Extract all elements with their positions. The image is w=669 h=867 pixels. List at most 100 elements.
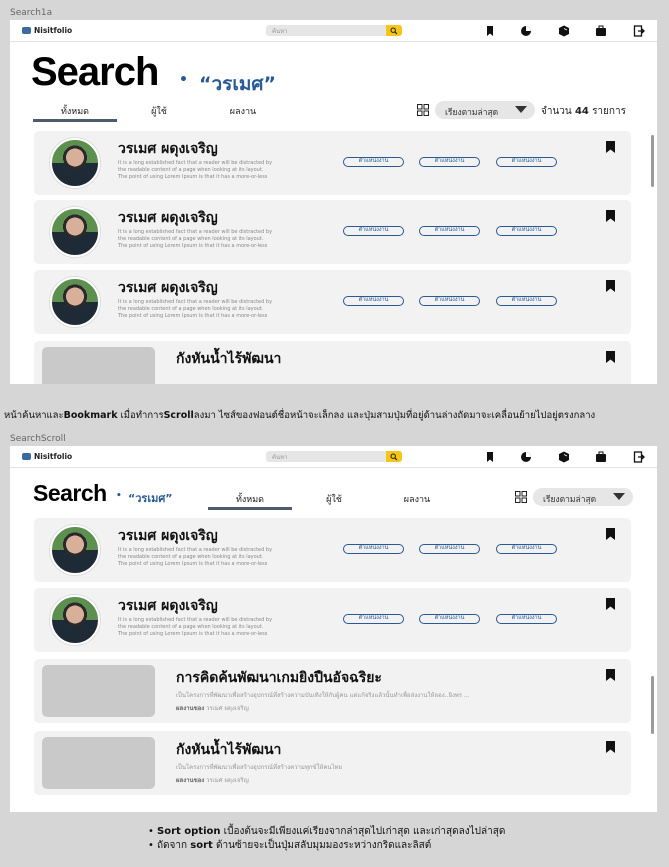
nav-search-input[interactable]: ค้นหา — [272, 26, 287, 36]
grid-view-icon[interactable] — [515, 491, 527, 503]
tab-all[interactable]: ทั้งหมด — [208, 492, 292, 506]
tab-users[interactable]: ผู้ใช้ — [132, 104, 186, 118]
position-tag[interactable]: ตำแหน่งงาน — [496, 614, 557, 624]
work-thumbnail — [42, 737, 155, 789]
tab-works[interactable]: ผลงาน — [213, 104, 273, 118]
chart-icon[interactable] — [519, 450, 533, 464]
work-thumbnail — [42, 347, 155, 384]
sort-dropdown[interactable]: เรียงตามล่าสุด — [435, 101, 535, 119]
work-description: เป็นโครงการที่พัฒนาเพื่อสร้างอุปกรณ์ที่ส… — [176, 692, 470, 699]
nav-search-button[interactable] — [386, 25, 402, 36]
position-tag[interactable]: ตำแหน่งงาน — [419, 157, 480, 167]
navbar: Nisitfolio ค้นหา — [10, 20, 657, 42]
position-tag[interactable]: ตำแหน่งงาน — [343, 614, 404, 624]
user-description: It is a long established fact that a rea… — [118, 160, 273, 180]
work-result-card[interactable]: กังหันน้ำไร้พัฒนา เป็นโครงการที่พัฒนาเพื… — [34, 731, 631, 795]
position-tag[interactable]: ตำแหน่งงาน — [419, 614, 480, 624]
logo-icon — [22, 27, 31, 34]
user-result-card[interactable]: วรเมศ ผดุงเจริญ It is a long established… — [34, 270, 631, 334]
work-thumbnail — [42, 665, 155, 717]
bookmark-icon[interactable] — [606, 280, 615, 292]
logout-icon[interactable] — [632, 24, 646, 38]
cube-icon[interactable] — [557, 24, 571, 38]
position-tag[interactable]: ตำแหน่งงาน — [419, 544, 480, 554]
count-prefix: จำนวน — [541, 106, 572, 117]
user-result-card[interactable]: วรเมศ ผดุงเจริญ It is a long established… — [34, 200, 631, 264]
tab-active-indicator — [208, 507, 292, 510]
briefcase-icon[interactable] — [594, 24, 608, 38]
position-tag[interactable]: ตำแหน่งงาน — [496, 226, 557, 236]
position-tag[interactable]: ตำแหน่งงาน — [496, 296, 557, 306]
cube-icon[interactable] — [557, 450, 571, 464]
nav-search-button[interactable] — [386, 451, 402, 462]
logo[interactable]: Nisitfolio — [22, 452, 72, 461]
user-result-card[interactable]: วรเมศ ผดุงเจริญ It is a long established… — [34, 588, 631, 652]
position-tag[interactable]: ตำแหน่งงาน — [343, 226, 404, 236]
avatar — [50, 525, 100, 575]
user-name: วรเมศ ผดุงเจริญ — [118, 141, 218, 157]
avatar — [50, 138, 100, 188]
nav-search-input[interactable]: ค้นหา — [272, 452, 287, 462]
logout-icon[interactable] — [632, 450, 646, 464]
work-result-card[interactable]: การคิดค้นพัฒนาเกมยิงปืนอัจฉริยะ เป็นโครง… — [34, 659, 631, 723]
sort-label: เรียงตามล่าสุด — [445, 108, 499, 118]
tab-active-indicator — [33, 119, 117, 122]
logo-text: Nisitfolio — [34, 26, 73, 35]
search-frame: Nisitfolio ค้นหา Search • “วรเมศ” ทั้งหม… — [10, 20, 657, 384]
work-result-card[interactable]: กังหันน้ำไร้พัฒนา — [34, 341, 631, 384]
user-description: It is a long established fact that a rea… — [118, 299, 273, 319]
position-tag[interactable]: ตำแหน่งงาน — [419, 296, 480, 306]
user-name: วรเมศ ผดุงเจริญ — [118, 210, 218, 226]
grid-view-icon[interactable] — [417, 104, 429, 116]
user-description: It is a long established fact that a rea… — [118, 229, 273, 249]
briefcase-icon[interactable] — [594, 450, 608, 464]
bookmark-icon[interactable] — [606, 598, 615, 610]
logo-icon — [22, 453, 31, 460]
bookmark-icon[interactable] — [606, 141, 615, 153]
title-separator: • — [116, 491, 122, 501]
tab-all[interactable]: ทั้งหมด — [33, 104, 117, 118]
page-title: Search — [31, 50, 159, 94]
bookmark-icon[interactable] — [606, 351, 615, 363]
bookmark-icon[interactable] — [606, 210, 615, 222]
user-result-card[interactable]: วรเมศ ผดุงเจริญ It is a long established… — [34, 131, 631, 195]
user-result-card[interactable]: วรเมศ ผดุงเจริญ It is a long established… — [34, 518, 631, 582]
sort-dropdown[interactable]: เรียงตามล่าสุด — [533, 488, 633, 506]
nav-search-bar[interactable]: ค้นหา — [266, 25, 402, 36]
scrollbar[interactable] — [651, 135, 654, 187]
user-name: วรเมศ ผดุงเจริญ — [118, 528, 218, 544]
work-owner: ผลงานของ วรเมศ ผดุงเจริญ — [176, 777, 249, 784]
user-name: วรเมศ ผดุงเจริญ — [118, 280, 218, 296]
position-tag[interactable]: ตำแหน่งงาน — [419, 226, 480, 236]
user-description: It is a long established fact that a rea… — [118, 617, 273, 637]
position-tag[interactable]: ตำแหน่งงาน — [496, 157, 557, 167]
scrollbar[interactable] — [651, 676, 654, 734]
search-icon — [390, 453, 398, 461]
sort-label: เรียงตามล่าสุด — [543, 495, 597, 505]
search-scroll-frame: Nisitfolio ค้นหา Search • “วรเมศ” ทั้งหม… — [10, 446, 657, 812]
caption: หน้าค้นหาและBookmark เมื่อทำการScrollลงม… — [4, 410, 596, 421]
work-title: กังหันน้ำไร้พัฒนา — [176, 351, 282, 367]
page-title: Search — [33, 480, 107, 506]
logo[interactable]: Nisitfolio — [22, 26, 72, 35]
position-tag[interactable]: ตำแหน่งงาน — [343, 157, 404, 167]
user-description: It is a long established fact that a rea… — [118, 547, 273, 567]
avatar — [50, 277, 100, 327]
bookmark-icon[interactable] — [606, 528, 615, 540]
tab-users[interactable]: ผู้ใช้ — [310, 492, 358, 506]
bookmark-icon[interactable] — [606, 741, 615, 753]
position-tag[interactable]: ตำแหน่งงาน — [496, 544, 557, 554]
avatar — [50, 207, 100, 257]
bookmark-icon[interactable] — [606, 669, 615, 681]
tab-works[interactable]: ผลงาน — [386, 492, 448, 506]
chart-icon[interactable] — [519, 24, 533, 38]
nav-search-bar[interactable]: ค้นหา — [266, 451, 402, 462]
title-separator: • — [179, 72, 188, 88]
position-tag[interactable]: ตำแหน่งงาน — [343, 296, 404, 306]
search-query: “วรเมศ” — [128, 492, 173, 505]
work-title: การคิดค้นพัฒนาเกมยิงปืนอัจฉริยะ — [176, 670, 382, 686]
bookmark-icon[interactable] — [483, 450, 497, 464]
bookmark-icon[interactable] — [483, 24, 497, 38]
frame-label-searchscroll: SearchScroll — [10, 434, 66, 444]
position-tag[interactable]: ตำแหน่งงาน — [343, 544, 404, 554]
